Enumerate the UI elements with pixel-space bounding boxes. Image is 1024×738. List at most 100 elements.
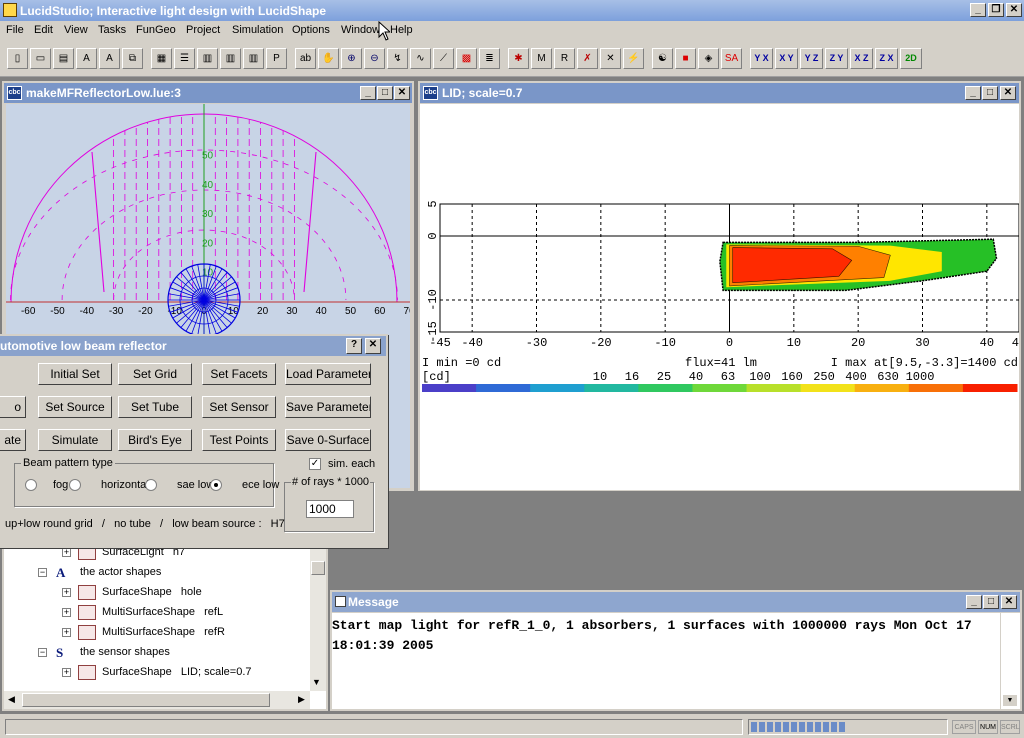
tree-node[interactable]: + MultiSurfaceShape refL [4,603,310,623]
text-b-icon[interactable]: A [99,48,120,69]
rays-r-icon[interactable]: R [554,48,575,69]
text-a-icon[interactable]: A [76,48,97,69]
help-button[interactable]: ? [346,338,362,354]
table3-icon[interactable]: ▥ [243,48,264,69]
new-icon[interactable]: ▯ [7,48,28,69]
save-parameter-button[interactable]: Save Parameter [285,396,371,418]
radio-horizontal[interactable] [69,479,81,491]
scroll-thumb[interactable] [311,561,325,575]
heatmap-icon[interactable]: ▩ [456,48,477,69]
minimize-button[interactable]: _ [970,3,986,17]
open-icon[interactable]: ▭ [30,48,51,69]
tree-node[interactable]: + SurfaceShape LID; scale=0.7 [4,663,310,683]
restore-button[interactable]: ❐ [988,3,1004,17]
close-button[interactable]: ✕ [1006,3,1022,17]
cube-icon[interactable]: ■ [675,48,696,69]
save-0-surface-button[interactable]: Save 0-Surface [285,429,371,451]
tree-vertical-scrollbar[interactable]: ▼ [310,535,326,691]
set-sensor-button[interactable]: Set Sensor [202,396,276,418]
sa-icon[interactable]: SA [721,48,742,69]
tree-expander[interactable]: + [62,608,71,617]
scroll-left-icon[interactable]: ◀ [8,694,15,705]
list-icon[interactable]: ☰ [174,48,195,69]
menu-file[interactable]: File [6,24,24,36]
grid-icon[interactable]: ▦ [151,48,172,69]
tree-node[interactable]: − Sthe sensor shapes [4,643,310,663]
zoom-in-icon[interactable]: ⊕ [341,48,362,69]
initial-set-button[interactable]: Initial Set [38,363,112,385]
menu-help[interactable]: Help [390,24,413,36]
menu-tasks[interactable]: Tasks [98,24,126,36]
rays-x-icon[interactable]: ✕ [600,48,621,69]
axis-view-button-5[interactable]: Z X [875,48,898,69]
dialog-close-button[interactable]: ✕ [365,338,381,354]
message-minimize-button[interactable]: _ [966,595,982,609]
tree-node[interactable]: + MultiSurfaceShape refR [4,623,310,643]
tree-expander[interactable]: + [62,628,71,637]
lineplot-icon[interactable]: ↯ [387,48,408,69]
lightning-icon[interactable]: ⚡ [623,48,644,69]
model-icon[interactable]: ◈ [698,48,719,69]
reflector-close-button[interactable]: ✕ [394,86,410,100]
load-parameter-button[interactable]: Load Parameter [285,363,371,385]
report-icon[interactable]: ≣ [479,48,500,69]
menu-window[interactable]: Window [341,24,380,36]
rays-cross-icon[interactable]: ✗ [577,48,598,69]
radio-sae-low[interactable] [145,479,157,491]
lid-close-button[interactable]: ✕ [1000,86,1016,100]
radio-fog[interactable] [25,479,37,491]
tree-expander[interactable]: + [62,668,71,677]
test-points-button[interactable]: Test Points [202,429,276,451]
lid-maximize-button[interactable]: □ [982,86,998,100]
menu-fungeo[interactable]: FunGeo [136,24,176,36]
reflector-minimize-button[interactable]: _ [360,86,376,100]
curve-icon[interactable]: ∿ [410,48,431,69]
rays-input[interactable] [306,500,354,518]
hscroll-thumb[interactable] [22,693,270,707]
zoom-out-icon[interactable]: ⊖ [364,48,385,69]
sim-each-checkbox[interactable]: ✓ [309,458,321,470]
bird-s-eye-button[interactable]: Bird's Eye [118,429,192,451]
message-scroll-down-icon[interactable]: ▼ [1003,695,1017,706]
set-facets-button[interactable]: Set Facets [202,363,276,385]
axis-view-button-6[interactable]: 2D [900,48,922,69]
message-scrollbar[interactable]: ▼ [1000,613,1020,709]
ate-button[interactable]: ate [0,429,26,451]
scroll-down-icon[interactable]: ▼ [312,677,321,687]
reflector-maximize-button[interactable]: □ [377,86,393,100]
table2-icon[interactable]: ▥ [220,48,241,69]
tree-expander[interactable]: − [38,648,47,657]
lid-minimize-button[interactable]: _ [965,86,981,100]
tree-node[interactable]: − Athe actor shapes [4,563,310,583]
save-icon[interactable]: ▤ [53,48,74,69]
menu-view[interactable]: View [64,24,88,36]
tree-expander[interactable]: + [62,548,71,557]
axis-view-button-0[interactable]: Y X [750,48,773,69]
properties-icon[interactable]: P [266,48,287,69]
o-button[interactable]: o [0,396,26,418]
menu-options[interactable]: Options [292,24,330,36]
tree-node[interactable]: + SurfaceShape hole [4,583,310,603]
message-maximize-button[interactable]: □ [983,595,999,609]
table-icon[interactable]: ▥ [197,48,218,69]
axis-view-button-3[interactable]: Z Y [825,48,848,69]
axis-view-button-2[interactable]: Y Z [800,48,823,69]
menu-project[interactable]: Project [186,24,220,36]
simulate-button[interactable]: Simulate [38,429,112,451]
rays-m-icon[interactable]: M [531,48,552,69]
menu-simulation[interactable]: Simulation [232,24,283,36]
axis-view-button-1[interactable]: X Y [775,48,798,69]
axis-view-button-4[interactable]: X Z [850,48,873,69]
hand-icon[interactable]: ✋ [318,48,339,69]
scroll-right-icon[interactable]: ▶ [298,694,305,705]
tree-horizontal-scrollbar[interactable]: ◀ ▶ [4,691,310,709]
set-grid-button[interactable]: Set Grid [118,363,192,385]
message-close-button[interactable]: ✕ [1001,595,1017,609]
radio-ece-low[interactable] [210,479,222,491]
yin-yang-icon[interactable]: ☯ [652,48,673,69]
rays-icon[interactable]: ✱ [508,48,529,69]
ab-icon[interactable]: ab [295,48,316,69]
menu-edit[interactable]: Edit [34,24,53,36]
tree-expander[interactable]: − [38,568,47,577]
tree-expander[interactable]: + [62,588,71,597]
